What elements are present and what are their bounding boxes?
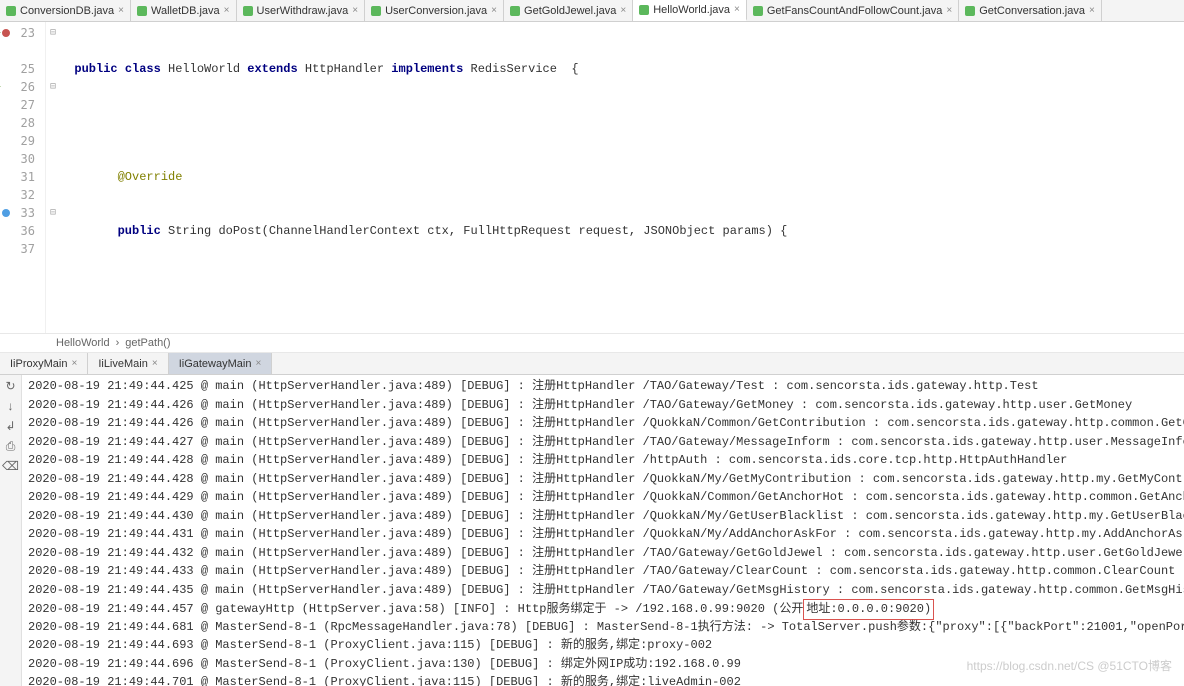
- log-line: 2020-08-19 21:49:44.425 @ main (HttpServ…: [28, 377, 1178, 396]
- log-line: 2020-08-19 21:49:44.429 @ main (HttpServ…: [28, 488, 1178, 507]
- editor-tabs: ConversionDB.java×WalletDB.java×UserWith…: [0, 0, 1184, 22]
- editor-tab[interactable]: UserConversion.java ×: [365, 0, 504, 21]
- log-line: 2020-08-19 21:49:44.696 @ MasterSend-8-1…: [28, 655, 1178, 674]
- log-line-highlighted: 2020-08-19 21:49:44.457 @ gatewayHttp (H…: [28, 599, 1178, 618]
- editor-tab[interactable]: GetConversation.java ×: [959, 0, 1102, 21]
- tab-label: GetGoldJewel.java: [524, 5, 616, 17]
- wrap-icon[interactable]: ↲: [4, 419, 18, 433]
- highlight-box: 地址:0.0.0.0:9020): [803, 599, 934, 620]
- log-line: 2020-08-19 21:49:44.701 @ MasterSend-8-1…: [28, 673, 1178, 686]
- file-icon: [6, 6, 16, 16]
- editor-tab[interactable]: UserWithdraw.java×: [237, 0, 366, 21]
- file-icon: [965, 6, 975, 16]
- run-tab-label: IiProxyMain: [10, 358, 67, 370]
- log-line: 2020-08-19 21:49:44.427 @ main (HttpServ…: [28, 433, 1178, 452]
- log-line: 2020-08-19 21:49:44.693 @ MasterSend-8-1…: [28, 636, 1178, 655]
- clear-icon[interactable]: ⌫: [4, 459, 18, 473]
- tab-label: GetConversation.java: [979, 5, 1085, 17]
- file-icon: [753, 6, 763, 16]
- editor-tab[interactable]: GetGoldJewel.java ×: [504, 0, 633, 21]
- breadcrumb-class[interactable]: HelloWorld: [56, 337, 110, 349]
- breadcrumb[interactable]: HelloWorld › getPath(): [0, 333, 1184, 353]
- breadcrumb-method[interactable]: getPath(): [125, 337, 170, 349]
- console-output[interactable]: 2020-08-19 21:49:44.425 @ main (HttpServ…: [22, 375, 1184, 686]
- file-icon: [510, 6, 520, 16]
- run-tab-label: IiGatewayMain: [179, 358, 252, 370]
- code-editor: 232526272829303132333637 ⊟⊟⊟ public clas…: [0, 22, 1184, 333]
- log-line: 2020-08-19 21:49:44.431 @ main (HttpServ…: [28, 525, 1178, 544]
- editor-tab[interactable]: GetFansCountAndFollowCount.java ×: [747, 0, 959, 21]
- editor-tab[interactable]: HelloWorld.java ×: [633, 0, 747, 21]
- tab-label: UserConversion.java: [385, 5, 487, 17]
- file-icon: [137, 6, 147, 16]
- close-icon[interactable]: ×: [118, 5, 124, 16]
- log-line: 2020-08-19 21:49:44.435 @ main (HttpServ…: [28, 581, 1178, 600]
- run-tab-label: IiLiveMain: [98, 358, 148, 370]
- close-icon[interactable]: ×: [620, 5, 626, 16]
- log-line: 2020-08-19 21:49:44.426 @ main (HttpServ…: [28, 396, 1178, 415]
- file-icon: [639, 5, 649, 15]
- file-icon: [243, 6, 253, 16]
- tab-label: GetFansCountAndFollowCount.java: [767, 5, 942, 17]
- log-line: 2020-08-19 21:49:44.428 @ main (HttpServ…: [28, 451, 1178, 470]
- fold-column: ⊟⊟⊟: [46, 22, 60, 333]
- log-line: 2020-08-19 21:49:44.433 @ main (HttpServ…: [28, 562, 1178, 581]
- rerun-icon[interactable]: ↻: [4, 379, 18, 393]
- close-icon[interactable]: ×: [152, 358, 158, 369]
- tab-label: UserWithdraw.java: [257, 5, 349, 17]
- log-line: 2020-08-19 21:49:44.426 @ main (HttpServ…: [28, 414, 1178, 433]
- scroll-icon[interactable]: ↓: [4, 399, 18, 413]
- editor-tab[interactable]: WalletDB.java ×: [131, 0, 237, 21]
- run-tab[interactable]: IiLiveMain ×: [88, 353, 168, 374]
- log-line: 2020-08-19 21:49:44.428 @ main (HttpServ…: [28, 470, 1178, 489]
- tab-label: HelloWorld.java: [653, 4, 730, 16]
- close-icon[interactable]: ×: [71, 358, 77, 369]
- close-icon[interactable]: ×: [734, 4, 740, 15]
- tab-label: WalletDB.java: [151, 5, 220, 17]
- close-icon[interactable]: ×: [1089, 5, 1095, 16]
- run-tab[interactable]: IiProxyMain ×: [0, 353, 88, 374]
- tab-label: ConversionDB.java: [20, 5, 114, 17]
- close-icon[interactable]: ×: [491, 5, 497, 16]
- close-icon[interactable]: ×: [255, 358, 261, 369]
- log-line: 2020-08-19 21:49:44.430 @ main (HttpServ…: [28, 507, 1178, 526]
- log-line: 2020-08-19 21:49:44.432 @ main (HttpServ…: [28, 544, 1178, 563]
- print-icon[interactable]: ⎙: [4, 439, 18, 453]
- console-toolbar: ↻ ↓ ↲ ⎙ ⌫: [0, 375, 22, 686]
- line-gutter: 232526272829303132333637: [0, 22, 46, 333]
- close-icon[interactable]: ×: [224, 5, 230, 16]
- code-area[interactable]: public class HelloWorld extends HttpHand…: [60, 22, 1184, 333]
- run-tab[interactable]: IiGatewayMain×: [169, 353, 273, 374]
- close-icon[interactable]: ×: [352, 5, 358, 16]
- log-line: 2020-08-19 21:49:44.681 @ MasterSend-8-1…: [28, 618, 1178, 637]
- run-panel-tabs: IiProxyMain×IiLiveMain×IiGatewayMain×: [0, 353, 1184, 375]
- close-icon[interactable]: ×: [946, 5, 952, 16]
- breadcrumb-sep: ›: [116, 337, 120, 349]
- file-icon: [371, 6, 381, 16]
- console-wrap: ↻ ↓ ↲ ⎙ ⌫ 2020-08-19 21:49:44.425 @ main…: [0, 375, 1184, 686]
- editor-tab[interactable]: ConversionDB.java ×: [0, 0, 131, 21]
